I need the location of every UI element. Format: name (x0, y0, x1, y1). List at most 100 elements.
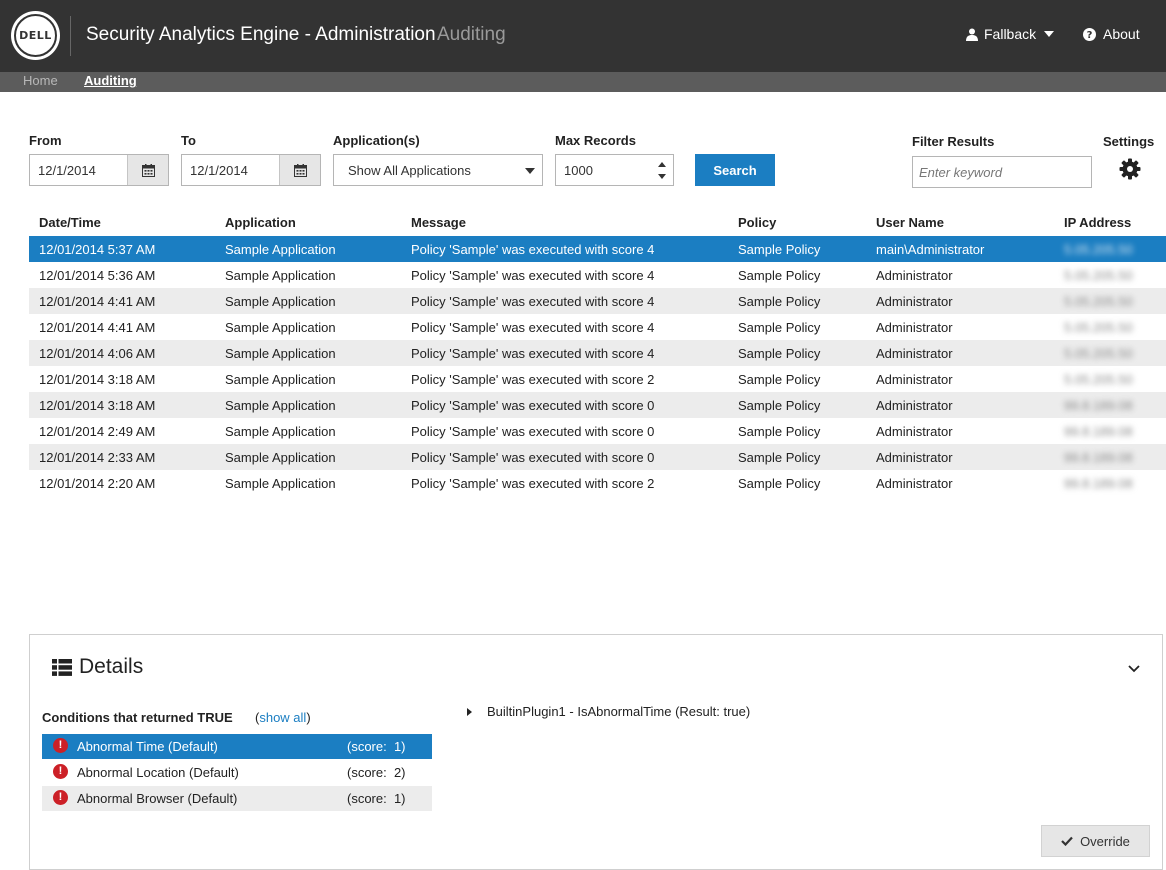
cell-message: Policy 'Sample' was executed with score … (411, 242, 655, 257)
about-link[interactable]: ? About (1083, 26, 1140, 42)
search-button[interactable]: Search (695, 154, 775, 186)
cell-ip-address: 5.05.205.50 (1064, 372, 1133, 387)
show-all-link[interactable]: show all (259, 710, 306, 725)
list-icon (52, 658, 72, 676)
cell-application: Sample Application (225, 242, 336, 257)
cell-policy: Sample Policy (738, 450, 821, 465)
override-button[interactable]: Override (1041, 825, 1150, 857)
condition-row[interactable]: ! Abnormal Browser (Default) (score: 1) (42, 786, 432, 811)
conditions-title: Conditions that returned TRUE (42, 710, 233, 725)
table-row[interactable]: 12/01/2014 2:49 AM Sample Application Po… (29, 418, 1166, 444)
condition-score: (score: 2) (347, 765, 406, 780)
user-icon (966, 28, 978, 41)
cell-policy: Sample Policy (738, 398, 821, 413)
from-date-field[interactable]: 12/1/2014 (29, 154, 169, 186)
gear-icon[interactable] (1119, 158, 1141, 180)
cell-message: Policy 'Sample' was executed with score … (411, 424, 655, 439)
condition-row[interactable]: ! Abnormal Time (Default) (score: 1) (42, 734, 432, 759)
table-row[interactable]: 12/01/2014 5:36 AM Sample Application Po… (29, 262, 1166, 288)
spin-up-icon[interactable] (658, 162, 666, 167)
cell-policy: Sample Policy (738, 268, 821, 283)
column-header-message[interactable]: Message (411, 215, 466, 230)
to-calendar-button[interactable] (279, 155, 320, 185)
cell-message: Policy 'Sample' was executed with score … (411, 450, 655, 465)
cell-datetime: 12/01/2014 4:06 AM (39, 346, 156, 361)
cell-user-name: Administrator (876, 346, 953, 361)
cell-policy: Sample Policy (738, 346, 821, 361)
condition-score: (score: 1) (347, 739, 406, 754)
column-header-policy[interactable]: Policy (738, 215, 776, 230)
column-header-ip-address[interactable]: IP Address (1064, 215, 1131, 230)
cell-user-name: Administrator (876, 424, 953, 439)
column-header-datetime[interactable]: Date/Time (39, 215, 101, 230)
condition-row[interactable]: ! Abnormal Location (Default) (score: 2) (42, 760, 432, 785)
result-tree-node[interactable]: BuiltinPlugin1 - IsAbnormalTime (Result:… (467, 704, 750, 719)
table-row[interactable]: 12/01/2014 5:37 AM Sample Application Po… (29, 236, 1166, 262)
application-select[interactable]: Show All Applications (333, 154, 543, 186)
column-header-user-name[interactable]: User Name (876, 215, 944, 230)
table-row[interactable]: 12/01/2014 4:41 AM Sample Application Po… (29, 288, 1166, 314)
app-title: Security Analytics Engine - Administrati… (86, 24, 436, 45)
chevron-down-icon[interactable] (1128, 663, 1140, 675)
table-row[interactable]: 12/01/2014 3:18 AM Sample Application Po… (29, 366, 1166, 392)
cell-application: Sample Application (225, 372, 336, 387)
from-calendar-button[interactable] (127, 155, 168, 185)
cell-message: Policy 'Sample' was executed with score … (411, 346, 655, 361)
spin-down-icon[interactable] (658, 174, 666, 179)
table-row[interactable]: 12/01/2014 4:06 AM Sample Application Po… (29, 340, 1166, 366)
cell-message: Policy 'Sample' was executed with score … (411, 476, 655, 491)
user-menu[interactable]: Fallback (966, 26, 1055, 42)
calendar-icon (293, 163, 307, 177)
nav-item-auditing[interactable]: Auditing (84, 73, 137, 88)
details-panel: Details Conditions that returned TRUE (s… (29, 634, 1163, 870)
top-header: DELL Security Analytics Engine - Adminis… (0, 0, 1166, 72)
expand-triangle-icon[interactable] (467, 707, 472, 716)
cell-ip-address: 5.05.205.50 (1064, 294, 1133, 309)
table-row[interactable]: 12/01/2014 2:20 AM Sample Application Po… (29, 470, 1166, 496)
svg-text:?: ? (1087, 30, 1093, 41)
cell-datetime: 12/01/2014 5:37 AM (39, 242, 156, 257)
to-date-field[interactable]: 12/1/2014 (181, 154, 321, 186)
cell-user-name: main\Administrator (876, 242, 985, 257)
nav-item-home[interactable]: Home (23, 73, 58, 88)
table-row[interactable]: 12/01/2014 4:41 AM Sample Application Po… (29, 314, 1166, 340)
cell-message: Policy 'Sample' was executed with score … (411, 268, 655, 283)
cell-policy: Sample Policy (738, 320, 821, 335)
cell-application: Sample Application (225, 268, 336, 283)
caret-down-icon (1044, 31, 1055, 37)
cell-datetime: 12/01/2014 4:41 AM (39, 294, 156, 309)
filter-results-input[interactable] (912, 156, 1092, 188)
cell-datetime: 12/01/2014 3:18 AM (39, 372, 156, 387)
dell-logo[interactable]: DELL (11, 11, 60, 60)
to-label: To (181, 133, 196, 148)
cell-datetime: 12/01/2014 4:41 AM (39, 320, 156, 335)
user-menu-label: Fallback (984, 26, 1037, 42)
exclamation-circle-icon: ! (53, 738, 68, 753)
exclamation-circle-icon: ! (53, 790, 68, 805)
cell-application: Sample Application (225, 424, 336, 439)
cell-ip-address: 99.8.189.08 (1064, 424, 1133, 439)
cell-user-name: Administrator (876, 268, 953, 283)
cell-ip-address: 99.8.189.08 (1064, 450, 1133, 465)
column-header-application[interactable]: Application (225, 215, 296, 230)
cell-application: Sample Application (225, 320, 336, 335)
cell-application: Sample Application (225, 294, 336, 309)
nav-bar: Home Auditing (0, 72, 1166, 92)
header-divider (70, 16, 71, 56)
cell-ip-address: 5.05.205.50 (1064, 268, 1133, 283)
cell-datetime: 12/01/2014 3:18 AM (39, 398, 156, 413)
table-row[interactable]: 12/01/2014 2:33 AM Sample Application Po… (29, 444, 1166, 470)
exclamation-circle-icon: ! (53, 764, 68, 779)
cell-user-name: Administrator (876, 294, 953, 309)
about-label: About (1103, 26, 1140, 42)
from-date-value: 12/1/2014 (38, 163, 96, 178)
max-records-stepper[interactable]: 1000 (555, 154, 674, 186)
cell-message: Policy 'Sample' was executed with score … (411, 294, 655, 309)
cell-user-name: Administrator (876, 450, 953, 465)
settings-label: Settings (1103, 134, 1155, 149)
details-title: Details (52, 655, 143, 679)
table-row[interactable]: 12/01/2014 3:18 AM Sample Application Po… (29, 392, 1166, 418)
logo-ring: DELL (14, 14, 57, 57)
override-label: Override (1080, 833, 1130, 849)
cell-ip-address: 5.05.205.50 (1064, 346, 1133, 361)
